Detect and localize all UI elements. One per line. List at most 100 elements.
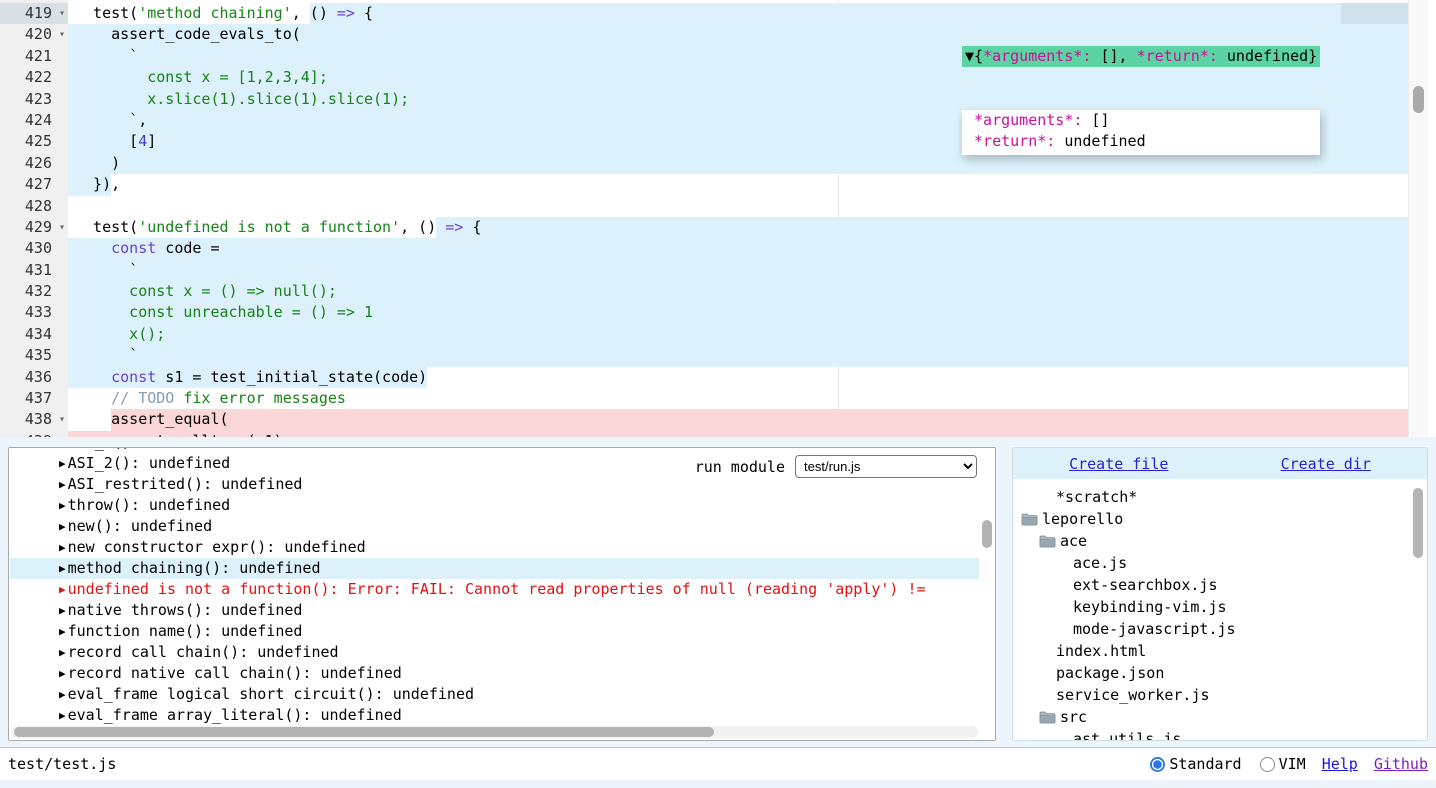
gutter-cell[interactable]: 429▾ [0, 217, 68, 238]
output-vscrollbar-thumb[interactable] [982, 520, 992, 548]
expand-arrow-icon[interactable]: ▶ [59, 642, 66, 663]
output-row[interactable]: ▶new constructor expr(): undefined [10, 537, 979, 558]
expand-arrow-icon[interactable]: ▶ [59, 558, 66, 579]
gutter-cell[interactable]: 435 [0, 345, 68, 366]
gutter-cell[interactable]: 434 [0, 324, 68, 345]
inspector-row[interactable]: *return*: undefined [965, 131, 1317, 152]
editor-scrollbar[interactable] [1408, 0, 1428, 437]
expand-arrow-icon[interactable]: ▶ [59, 663, 66, 684]
expand-arrow-icon[interactable]: ▶ [59, 621, 66, 642]
radio-vim-icon[interactable] [1260, 757, 1275, 772]
code-line[interactable]: const s1 = test_initial_state(code) [68, 367, 1408, 388]
tree-folder[interactable]: src [1013, 706, 1413, 728]
tree-file[interactable]: ext-searchbox.js [1013, 574, 1413, 596]
code-token: { [463, 218, 481, 236]
tree-file[interactable]: keybinding-vim.js [1013, 596, 1413, 618]
code-line[interactable]: x(); [68, 324, 1408, 345]
output-row[interactable]: ▶undefined is not a function(): Error: F… [10, 579, 979, 600]
output-row[interactable]: ▶eval_frame array_literal(): undefined [10, 705, 979, 724]
run-module-select[interactable]: test/run.js [795, 455, 977, 478]
expand-arrow-icon[interactable]: ▶ [59, 684, 66, 705]
gutter-cell[interactable]: 430 [0, 238, 68, 259]
gutter-cell[interactable]: 425 [0, 131, 68, 152]
create-dir-link[interactable]: Create dir [1281, 455, 1371, 473]
code-token: fix error messages [174, 389, 346, 407]
expand-arrow-icon[interactable]: ▶ [59, 453, 66, 474]
radio-option-standard[interactable]: Standard [1150, 755, 1241, 773]
radio-standard-icon[interactable] [1150, 757, 1165, 772]
output-row-text: record native call chain(): undefined [68, 664, 402, 682]
gutter-cell[interactable]: 423 [0, 89, 68, 110]
create-file-link[interactable]: Create file [1069, 455, 1168, 473]
output-row[interactable]: ▶native throws(): undefined [10, 600, 979, 621]
test-result-list: ▶ASI_1(): undefined▶ASI_2(): undefined▶A… [10, 448, 979, 724]
output-row[interactable]: ▶function name(): undefined [10, 621, 979, 642]
inspector-row[interactable]: *arguments*: [] [965, 110, 1317, 131]
expand-arrow-icon[interactable]: ▶ [59, 600, 66, 621]
gutter-cell[interactable]: 438▾ [0, 409, 68, 430]
fold-icon[interactable]: ▾ [59, 217, 65, 238]
tree-vscrollbar-thumb[interactable] [1413, 488, 1423, 558]
tree-file[interactable]: *scratch* [1013, 486, 1413, 508]
code-line[interactable]: test('undefined is not a function', () =… [68, 217, 1408, 238]
gutter-cell[interactable]: 431 [0, 260, 68, 281]
gutter-cell[interactable]: 424 [0, 110, 68, 131]
value-inspector-tooltip[interactable]: ▼{*arguments*: [], *return*: undefined} … [962, 3, 1320, 198]
code-text: const unreachable = () => 1 [68, 302, 1408, 323]
github-link[interactable]: Github [1374, 755, 1428, 773]
fold-icon[interactable]: ▾ [59, 3, 65, 24]
output-hscrollbar-thumb[interactable] [14, 727, 714, 737]
gutter-cell[interactable]: 433 [0, 302, 68, 323]
code-line[interactable]: const x = () => null(); [68, 281, 1408, 302]
tree-file[interactable]: package.json [1013, 662, 1413, 684]
gutter-cell[interactable]: 436 [0, 367, 68, 388]
output-row[interactable]: ▶new(): undefined [10, 516, 979, 537]
fold-icon[interactable]: ▾ [59, 24, 65, 45]
output-row[interactable]: ▶record call chain(): undefined [10, 642, 979, 663]
code-line[interactable]: const unreachable = () => 1 [68, 302, 1408, 323]
gutter-cell[interactable]: 432 [0, 281, 68, 302]
code-line[interactable]: ` [68, 260, 1408, 281]
expand-arrow-icon[interactable]: ▶ [59, 705, 66, 724]
output-row[interactable]: ▶method chaining(): undefined [10, 558, 979, 579]
expand-arrow-icon[interactable]: ▶ [59, 537, 66, 558]
expand-arrow-icon[interactable]: ▶ [59, 474, 66, 495]
gutter-cell[interactable]: 421 [0, 46, 68, 67]
gutter-cell[interactable]: 427 [0, 174, 68, 195]
tree-folder[interactable]: ace [1013, 530, 1413, 552]
tree-file[interactable]: service_worker.js [1013, 684, 1413, 706]
code-editor[interactable]: test('method chaining', () => { assert_c… [0, 0, 1436, 437]
gutter-cell[interactable]: 437 [0, 388, 68, 409]
gutter-cell[interactable]: 422 [0, 67, 68, 88]
expand-arrow-icon[interactable]: ▶ [59, 516, 66, 537]
expand-arrow-icon[interactable]: ▶ [59, 579, 66, 600]
tree-folder[interactable]: leporello [1013, 508, 1413, 530]
gutter-cell[interactable]: 428 [0, 196, 68, 217]
code-line[interactable] [68, 196, 1408, 217]
line-number: 421 [25, 47, 52, 65]
gutter-cell[interactable]: 426 [0, 153, 68, 174]
gutter-cell[interactable]: 420▾ [0, 24, 68, 45]
output-hscrollbar[interactable] [12, 726, 978, 738]
code-line[interactable]: assert_equal( [68, 409, 1408, 430]
tree-file[interactable]: ast_utils.js [1013, 728, 1413, 740]
code-line[interactable]: ` [68, 345, 1408, 366]
editor-scrollbar-thumb[interactable] [1413, 86, 1424, 113]
output-row[interactable]: ▶throw(): undefined [10, 495, 979, 516]
help-link[interactable]: Help [1322, 755, 1358, 773]
expand-arrow-icon[interactable]: ▶ [59, 495, 66, 516]
gutter-cell[interactable]: 419▾ [0, 3, 68, 24]
file-tree-panel: Create file Create dir *scratch* leporel… [1012, 447, 1428, 741]
code-line[interactable]: // TODO fix error messages [68, 388, 1408, 409]
gutter-cell[interactable]: 439 [0, 431, 68, 437]
tree-file[interactable]: index.html [1013, 640, 1413, 662]
inspector-header[interactable]: ▼{*arguments*: [], *return*: undefined} [962, 46, 1320, 67]
tree-file[interactable]: mode-javascript.js [1013, 618, 1413, 640]
code-line[interactable]: const code = [68, 238, 1408, 259]
tree-file[interactable]: ace.js [1013, 552, 1413, 574]
code-line[interactable]: root_calltree(s1) [68, 431, 1408, 437]
output-row[interactable]: ▶eval_frame logical short circuit(): und… [10, 684, 979, 705]
radio-option-vim[interactable]: VIM [1260, 755, 1306, 773]
output-row[interactable]: ▶record native call chain(): undefined [10, 663, 979, 684]
fold-icon[interactable]: ▾ [59, 409, 65, 430]
